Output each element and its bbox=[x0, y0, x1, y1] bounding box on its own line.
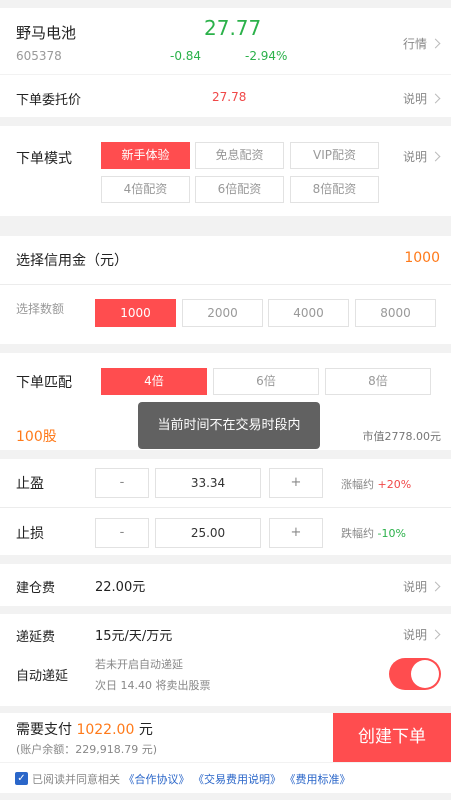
divider bbox=[0, 507, 451, 508]
chevron-right-icon bbox=[430, 93, 441, 104]
stock-change-pct: -2.94% bbox=[245, 49, 288, 63]
payment-unit: 元 bbox=[138, 722, 153, 738]
order-mode-help[interactable]: 说明 bbox=[402, 148, 441, 165]
stock-change: -0.84 bbox=[170, 49, 202, 63]
stop-loss-label: 止损 bbox=[16, 526, 44, 542]
take-profit-input[interactable]: 33.34 bbox=[155, 468, 261, 498]
chevron-right-icon bbox=[430, 151, 441, 162]
credit-section: 选择信用金（元） 1000 选择数额 1000 2000 4000 8000 bbox=[0, 236, 451, 344]
payment-amount: 1022.00 bbox=[76, 722, 135, 738]
match-option-8x[interactable]: 8倍 bbox=[325, 368, 431, 395]
create-order-button[interactable]: 创建下单 bbox=[333, 713, 451, 762]
stock-code: 605378 bbox=[16, 49, 62, 63]
take-profit-minus-button[interactable]: - bbox=[95, 468, 149, 498]
credit-value: 1000 bbox=[404, 250, 440, 266]
stop-loss-note: 跌幅约 -10% bbox=[341, 525, 406, 541]
agreement-text: 已阅读并同意相关 《合作协议》 《交易费用说明》 《费用标准》 bbox=[32, 771, 351, 787]
auto-defer-label: 自动递延 bbox=[16, 669, 69, 684]
open-fee-help[interactable]: 说明 bbox=[402, 578, 441, 595]
stop-loss-input[interactable]: 25.00 bbox=[155, 518, 261, 548]
divider bbox=[0, 284, 451, 285]
mode-option-8x[interactable]: 8倍配资 bbox=[290, 176, 379, 203]
match-option-6x[interactable]: 6倍 bbox=[213, 368, 319, 395]
toggle-knob bbox=[411, 660, 439, 688]
amount-option-4000[interactable]: 4000 bbox=[268, 299, 349, 327]
cooperation-agreement-link[interactable]: 《合作协议》 bbox=[124, 773, 190, 786]
chevron-right-icon bbox=[430, 38, 441, 49]
mode-option-4x[interactable]: 4倍配资 bbox=[101, 176, 190, 203]
auto-defer-note-1: 若未开启自动递延 bbox=[95, 658, 183, 671]
mode-option-vip[interactable]: VIP配资 bbox=[290, 142, 379, 169]
toast: 当前时间不在交易时段内 bbox=[138, 402, 320, 449]
chevron-right-icon bbox=[430, 581, 441, 592]
stock-price: 27.77 bbox=[204, 16, 262, 40]
auto-defer-note-2: 次日 14.40 将卖出股票 bbox=[95, 679, 211, 692]
take-profit-plus-button[interactable]: + bbox=[269, 468, 323, 498]
order-price-row: 下单委托价 27.78 说明 bbox=[0, 75, 451, 117]
stock-header: 野马电池 605378 27.77 -0.84 -2.94% 行情 bbox=[0, 8, 451, 74]
auto-defer-toggle[interactable] bbox=[389, 658, 441, 690]
defer-fee-label: 递延费 bbox=[16, 630, 56, 645]
limits-section: 止盈 - 33.34 + 涨幅约 +20% 止损 - 25.00 + 跌幅约 -… bbox=[0, 459, 451, 555]
take-profit-label: 止盈 bbox=[16, 476, 44, 492]
credit-label: 选择信用金（元） bbox=[16, 253, 128, 269]
match-label: 下单匹配 bbox=[16, 375, 72, 391]
match-option-4x[interactable]: 4倍 bbox=[101, 368, 207, 395]
order-price-help[interactable]: 说明 bbox=[402, 90, 441, 107]
stock-name: 野马电池 bbox=[16, 24, 77, 42]
toast-message: 当前时间不在交易时段内 bbox=[157, 418, 301, 433]
amount-option-8000[interactable]: 8000 bbox=[355, 299, 436, 327]
match-market-value: 市值2778.00元 bbox=[362, 430, 442, 443]
order-price-label: 下单委托价 bbox=[16, 93, 82, 108]
payment-label: 需要支付 bbox=[16, 722, 72, 738]
order-mode-section: 下单模式 新手体验 免息配资 VIP配资 4倍配资 6倍配资 8倍配资 说明 bbox=[0, 126, 451, 216]
agree-checkbox[interactable]: ✓ bbox=[15, 772, 28, 785]
mode-option-6x[interactable]: 6倍配资 bbox=[195, 176, 284, 203]
mode-option-interest-free[interactable]: 免息配资 bbox=[195, 142, 284, 169]
payment-line: 需要支付 1022.00 元 bbox=[16, 719, 153, 739]
trading-fee-link[interactable]: 《交易费用说明》 bbox=[193, 773, 281, 786]
account-balance: (账户余额：229,918.79 元) bbox=[16, 743, 158, 756]
take-profit-note: 涨幅约 +20% bbox=[341, 476, 411, 492]
amount-option-2000[interactable]: 2000 bbox=[182, 299, 263, 327]
open-fee-value: 22.00元 bbox=[95, 580, 146, 595]
order-price-value: 27.78 bbox=[212, 90, 247, 104]
match-shares: 100股 bbox=[16, 429, 57, 445]
stop-loss-note-value: -10% bbox=[377, 527, 406, 540]
help-label: 说明 bbox=[402, 580, 427, 594]
fee-standard-link[interactable]: 《费用标准》 bbox=[285, 773, 351, 786]
order-mode-label: 下单模式 bbox=[16, 151, 72, 167]
payment-bar: 需要支付 1022.00 元 (账户余额：229,918.79 元) 创建下单 bbox=[0, 713, 451, 762]
help-label: 说明 bbox=[402, 628, 427, 642]
open-fee-row: 建仓费 22.00元 说明 bbox=[0, 564, 451, 606]
take-profit-note-prefix: 涨幅约 bbox=[341, 478, 374, 491]
stop-loss-note-prefix: 跌幅约 bbox=[341, 527, 374, 540]
defer-section: 递延费 15元/天/万元 说明 自动递延 若未开启自动递延 次日 14.40 将… bbox=[0, 614, 451, 706]
mode-option-novice[interactable]: 新手体验 bbox=[101, 142, 190, 169]
stop-loss-plus-button[interactable]: + bbox=[269, 518, 323, 548]
chevron-right-icon bbox=[430, 629, 441, 640]
stop-loss-minus-button[interactable]: - bbox=[95, 518, 149, 548]
amount-option-1000[interactable]: 1000 bbox=[95, 299, 176, 327]
defer-fee-help[interactable]: 说明 bbox=[402, 626, 441, 643]
take-profit-note-value: +20% bbox=[377, 478, 412, 491]
agreement-prefix: 已阅读并同意相关 bbox=[32, 773, 120, 786]
quote-link[interactable]: 行情 bbox=[402, 35, 441, 52]
defer-fee-value: 15元/天/万元 bbox=[95, 629, 173, 644]
help-label: 说明 bbox=[402, 92, 427, 106]
help-label: 说明 bbox=[402, 150, 427, 164]
agreement-row: ✓ 已阅读并同意相关 《合作协议》 《交易费用说明》 《费用标准》 bbox=[0, 763, 451, 793]
amount-label: 选择数额 bbox=[16, 302, 65, 316]
quote-link-label: 行情 bbox=[402, 37, 427, 51]
open-fee-label: 建仓费 bbox=[16, 581, 56, 596]
